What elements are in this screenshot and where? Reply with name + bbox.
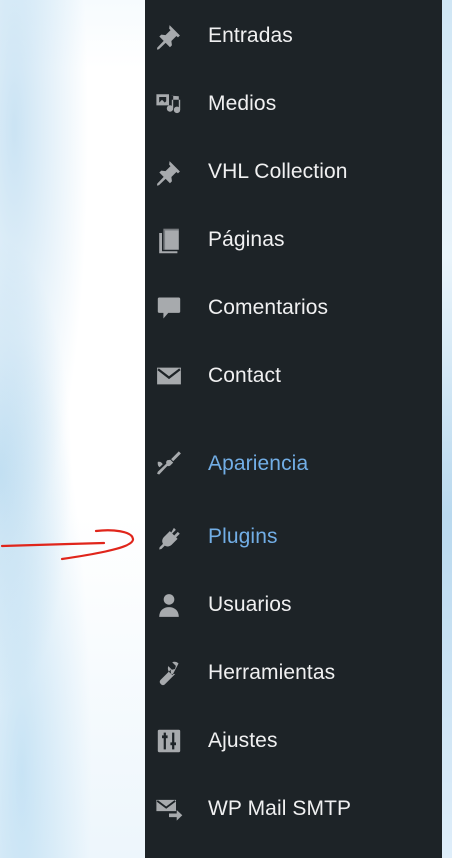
menu-item-vhl-collection[interactable]: VHL Collection: [145, 144, 442, 200]
menu-item-usuarios[interactable]: Usuarios: [145, 577, 442, 633]
menu-label: Contact: [208, 364, 282, 387]
desktop-background: [0, 0, 145, 858]
plugin-icon: [153, 521, 185, 553]
menu-label: Usuarios: [208, 593, 292, 616]
menu-label: Entradas: [208, 24, 293, 47]
menu-label: Comentarios: [208, 296, 329, 319]
menu-item-wp-mail-smtp[interactable]: WP Mail SMTP: [145, 781, 442, 837]
red-arrow-annotation: [0, 529, 135, 561]
paintbrush-icon: [153, 448, 185, 480]
menu-label: Apariencia: [208, 452, 309, 475]
settings-sliders-icon: [153, 725, 185, 757]
pages-icon: [153, 224, 185, 256]
menu-item-ajustes[interactable]: Ajustes: [145, 713, 442, 769]
wrench-icon: [153, 657, 185, 689]
media-icon: [153, 88, 185, 120]
menu-item-paginas[interactable]: Páginas: [145, 212, 442, 268]
pin-icon: [153, 156, 185, 188]
envelope-icon: [153, 360, 185, 392]
menu-item-comentarios[interactable]: Comentarios: [145, 280, 442, 336]
menu-item-herramientas[interactable]: Herramientas: [145, 645, 442, 701]
menu-item-apariencia[interactable]: Apariencia: [145, 436, 442, 492]
desktop-background-right: [442, 0, 452, 858]
menu-label: Páginas: [208, 228, 285, 251]
menu-label: VHL Collection: [208, 160, 348, 183]
menu-item-entradas[interactable]: Entradas: [145, 8, 442, 64]
comment-icon: [153, 292, 185, 324]
pin-icon: [153, 20, 185, 52]
menu-label: Herramientas: [208, 661, 336, 684]
menu-label: Medios: [208, 92, 277, 115]
menu-label: Plugins: [208, 525, 278, 548]
menu-item-plugins[interactable]: Plugins: [145, 509, 442, 565]
menu-label: WP Mail SMTP: [208, 797, 352, 820]
admin-sidebar-menu: Entradas Medios VHL Collection Páginas C…: [145, 0, 442, 858]
user-icon: [153, 589, 185, 621]
mail-send-icon: [153, 793, 185, 825]
menu-item-contact[interactable]: Contact: [145, 348, 442, 404]
menu-item-medios[interactable]: Medios: [145, 76, 442, 132]
menu-label: Ajustes: [208, 729, 278, 752]
